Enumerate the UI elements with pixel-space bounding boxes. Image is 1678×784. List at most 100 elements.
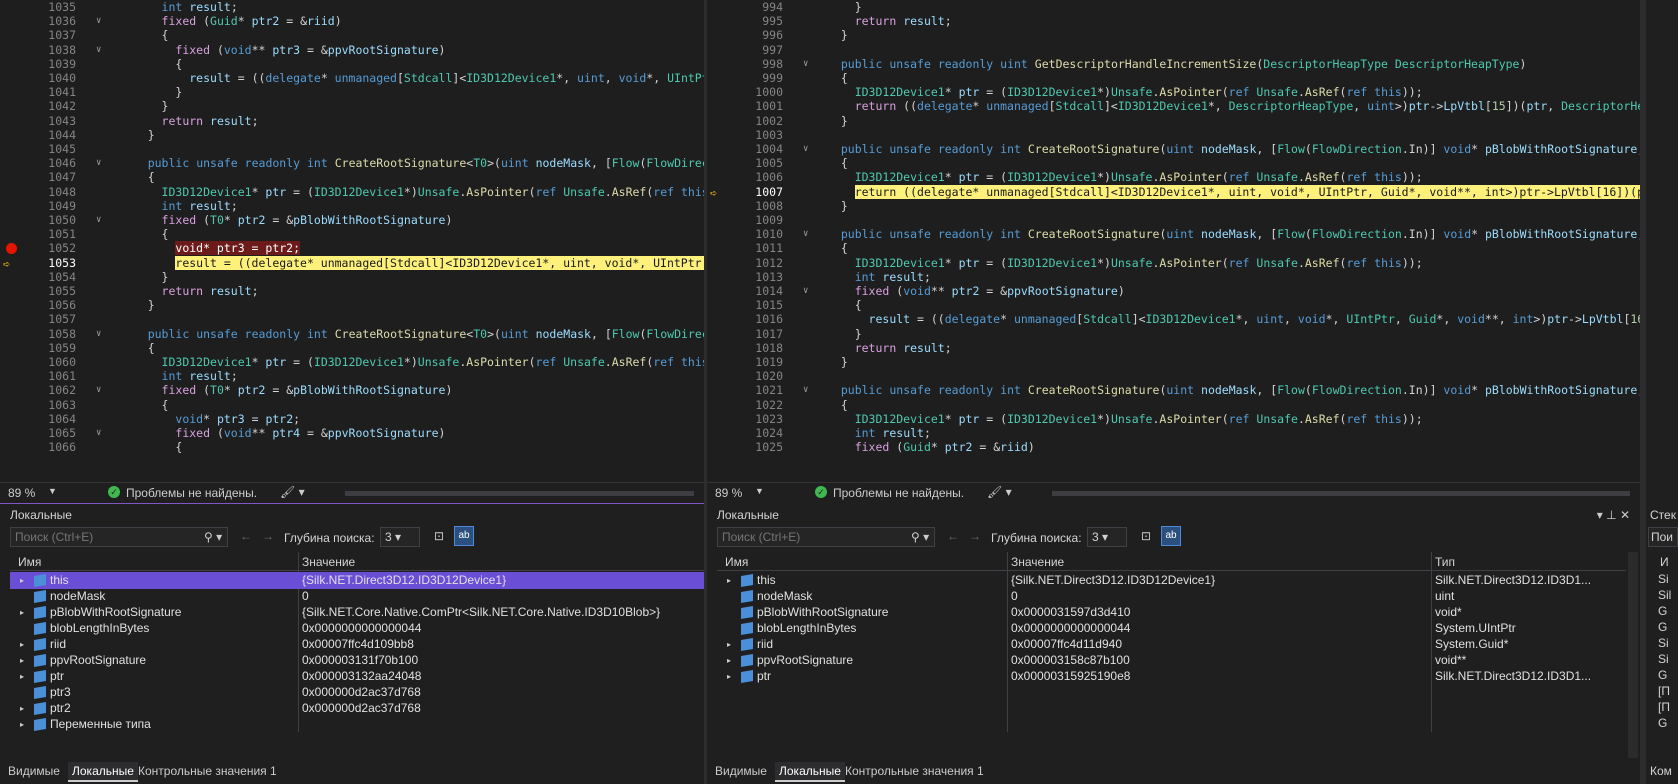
column-header-name[interactable]: Имя: [725, 555, 748, 569]
code-line[interactable]: 1000 ID3D12Device1* ptr = (ID3D12Device1…: [707, 85, 1640, 100]
code-line[interactable]: 1066 {: [0, 440, 704, 455]
code-line[interactable]: 1059 {: [0, 341, 704, 356]
call-stack-row[interactable]: G: [1658, 668, 1667, 682]
code-text[interactable]: return result;: [827, 341, 1640, 356]
code-line[interactable]: 1063 {: [0, 398, 704, 413]
call-stack-row[interactable]: G: [1658, 604, 1667, 618]
right-code-editor[interactable]: 994 } 995 return result; 996 } 997 998 ∨ publ…: [707, 0, 1640, 482]
code-line[interactable]: 1004 ∨ public unsafe readonly int CreateR…: [707, 142, 1640, 157]
code-line[interactable]: 1001 return ((delegate* unmanaged[Stdcal…: [707, 99, 1640, 114]
code-line[interactable]: 996 }: [707, 28, 1640, 43]
fold-toggle-icon[interactable]: ∨: [96, 156, 101, 171]
tab-watch-1[interactable]: Контрольные значения 1: [138, 764, 277, 778]
tab-visible[interactable]: Видимые: [8, 764, 60, 778]
code-line[interactable]: 1041 }: [0, 85, 704, 100]
variable-value[interactable]: 0x000003131f70b100: [302, 652, 418, 669]
fold-toggle-icon[interactable]: ∨: [96, 426, 101, 441]
code-line[interactable]: 1023 ID3D12Device1* ptr = (ID3D12Device1…: [707, 412, 1640, 427]
hex-display-icon[interactable]: ab: [454, 526, 474, 546]
code-text[interactable]: void* ptr3 = ptr2;: [120, 241, 704, 256]
code-line[interactable]: 1037 {: [0, 28, 704, 43]
code-text[interactable]: }: [120, 270, 704, 285]
code-line[interactable]: 1038 ∨ fixed (void** ptr3 = &ppvRootSigna…: [0, 43, 704, 58]
call-stack-column-header[interactable]: И: [1660, 555, 1669, 569]
search-back-arrow-icon[interactable]: ←: [947, 529, 959, 543]
column-separator[interactable]: [1431, 552, 1432, 570]
code-line[interactable]: 999 {: [707, 71, 1640, 86]
code-text[interactable]: public unsafe readonly uint GetDescripto…: [827, 57, 1640, 72]
code-line[interactable]: 1045: [0, 142, 704, 157]
breakpoint-icon[interactable]: [6, 243, 17, 255]
code-line[interactable]: 1005 {: [707, 156, 1640, 171]
table-row[interactable]: ▸ this {Silk.NET.Direct3D12.ID3D12Device1}: [10, 572, 704, 589]
tab-locals[interactable]: Локальные: [68, 762, 138, 782]
code-line[interactable]: 1061 int result;: [0, 369, 704, 384]
code-text[interactable]: {: [827, 298, 1640, 313]
tab-watch-1[interactable]: Контрольные значения 1: [845, 764, 984, 778]
code-text[interactable]: }: [120, 85, 704, 100]
horizontal-scrollbar[interactable]: [1052, 491, 1630, 496]
issues-status[interactable]: Проблемы не найдены.: [833, 486, 964, 500]
call-stack-row[interactable]: Si: [1658, 636, 1669, 650]
search-forward-arrow-icon[interactable]: →: [262, 529, 274, 543]
tab-visible[interactable]: Видимые: [715, 764, 767, 778]
code-text[interactable]: fixed (T0* ptr2 = &pBlobWithRootSignatur…: [120, 213, 704, 228]
code-text[interactable]: fixed (void** ptr2 = &ppvRootSignature): [827, 284, 1640, 299]
code-line[interactable]: 998 ∨ public unsafe readonly uint GetDesc…: [707, 57, 1640, 72]
tab-locals[interactable]: Локальные: [775, 762, 845, 782]
code-text[interactable]: {: [120, 341, 704, 356]
code-line[interactable]: 1062 ∨ fixed (T0* ptr2 = &pBlobWithRootSi…: [0, 383, 704, 398]
table-row[interactable]: pBlobWithRootSignature 0x0000031597d3d410…: [717, 604, 1626, 621]
fold-toggle-icon[interactable]: ∨: [803, 284, 808, 299]
code-text[interactable]: return result;: [120, 284, 704, 299]
call-stack-row[interactable]: Sil: [1658, 588, 1671, 602]
code-line[interactable]: 1057: [0, 312, 704, 327]
code-line[interactable]: 1047 {: [0, 170, 704, 185]
code-text[interactable]: ID3D12Device1* ptr = (ID3D12Device1*)Uns…: [120, 355, 704, 370]
expand-arrow-icon[interactable]: ▸: [20, 716, 24, 733]
fold-toggle-icon[interactable]: ∨: [803, 57, 808, 72]
fold-toggle-icon[interactable]: ∨: [96, 213, 101, 228]
table-row[interactable]: ▸ riid 0x00007ffc4d109bb8: [10, 636, 704, 653]
search-back-arrow-icon[interactable]: ←: [240, 529, 252, 543]
code-line[interactable]: 1008 }: [707, 199, 1640, 214]
code-text[interactable]: return ((delegate* unmanaged[Stdcall]<ID…: [827, 99, 1640, 114]
code-text[interactable]: public unsafe readonly int CreateRootSig…: [827, 383, 1640, 398]
code-line[interactable]: 1039 {: [0, 57, 704, 72]
code-line[interactable]: 1019 }: [707, 355, 1640, 370]
code-text[interactable]: {: [827, 156, 1640, 171]
code-line[interactable]: ➪ 1053 result = ((delegate* unmanaged[Std…: [0, 255, 704, 271]
expand-arrow-icon[interactable]: ▸: [20, 700, 24, 717]
code-text[interactable]: fixed (Guid* ptr2 = &riid): [827, 440, 1640, 455]
code-cleanup-icon[interactable]: 🖌 ▾: [987, 485, 1012, 499]
expand-arrow-icon[interactable]: ▸: [20, 604, 24, 621]
code-line[interactable]: 1044 }: [0, 128, 704, 143]
column-header-value[interactable]: Значение: [1011, 555, 1064, 569]
code-text[interactable]: result = ((delegate* unmanaged[Stdcall]<…: [827, 312, 1640, 327]
code-line[interactable]: 1035 int result;: [0, 0, 704, 15]
code-line[interactable]: 1055 return result;: [0, 284, 704, 299]
call-stack-row[interactable]: G: [1658, 716, 1667, 730]
pin-icon[interactable]: ⊡: [1141, 529, 1151, 543]
code-line[interactable]: 1054 }: [0, 270, 704, 285]
dropdown-icon[interactable]: ▾: [1597, 508, 1603, 522]
code-line[interactable]: 1048 ID3D12Device1* ptr = (ID3D12Device1…: [0, 185, 704, 200]
search-depth-select[interactable]: 3 ▾: [1087, 527, 1127, 547]
fold-toggle-icon[interactable]: ∨: [96, 43, 101, 58]
zoom-level[interactable]: 89 %: [8, 486, 35, 500]
code-line[interactable]: 1043 return result;: [0, 114, 704, 129]
code-text[interactable]: fixed (Guid* ptr2 = &riid): [120, 14, 704, 29]
code-text[interactable]: public unsafe readonly int CreateRootSig…: [120, 156, 704, 171]
code-text[interactable]: {: [120, 398, 704, 413]
pin-icon[interactable]: ⊡: [434, 529, 444, 543]
code-text[interactable]: }: [827, 28, 1640, 43]
code-text[interactable]: {: [827, 398, 1640, 413]
search-icon[interactable]: ⚲ ▾: [204, 530, 222, 544]
expand-arrow-icon[interactable]: ▸: [20, 572, 24, 589]
code-line[interactable]: 1060 ID3D12Device1* ptr = (ID3D12Device1…: [0, 355, 704, 370]
code-line[interactable]: 1013 int result;: [707, 270, 1640, 285]
tab-command[interactable]: Ком: [1650, 764, 1672, 778]
code-text[interactable]: {: [120, 440, 704, 455]
variable-value[interactable]: 0: [1011, 588, 1018, 605]
code-line[interactable]: 1015 {: [707, 298, 1640, 313]
